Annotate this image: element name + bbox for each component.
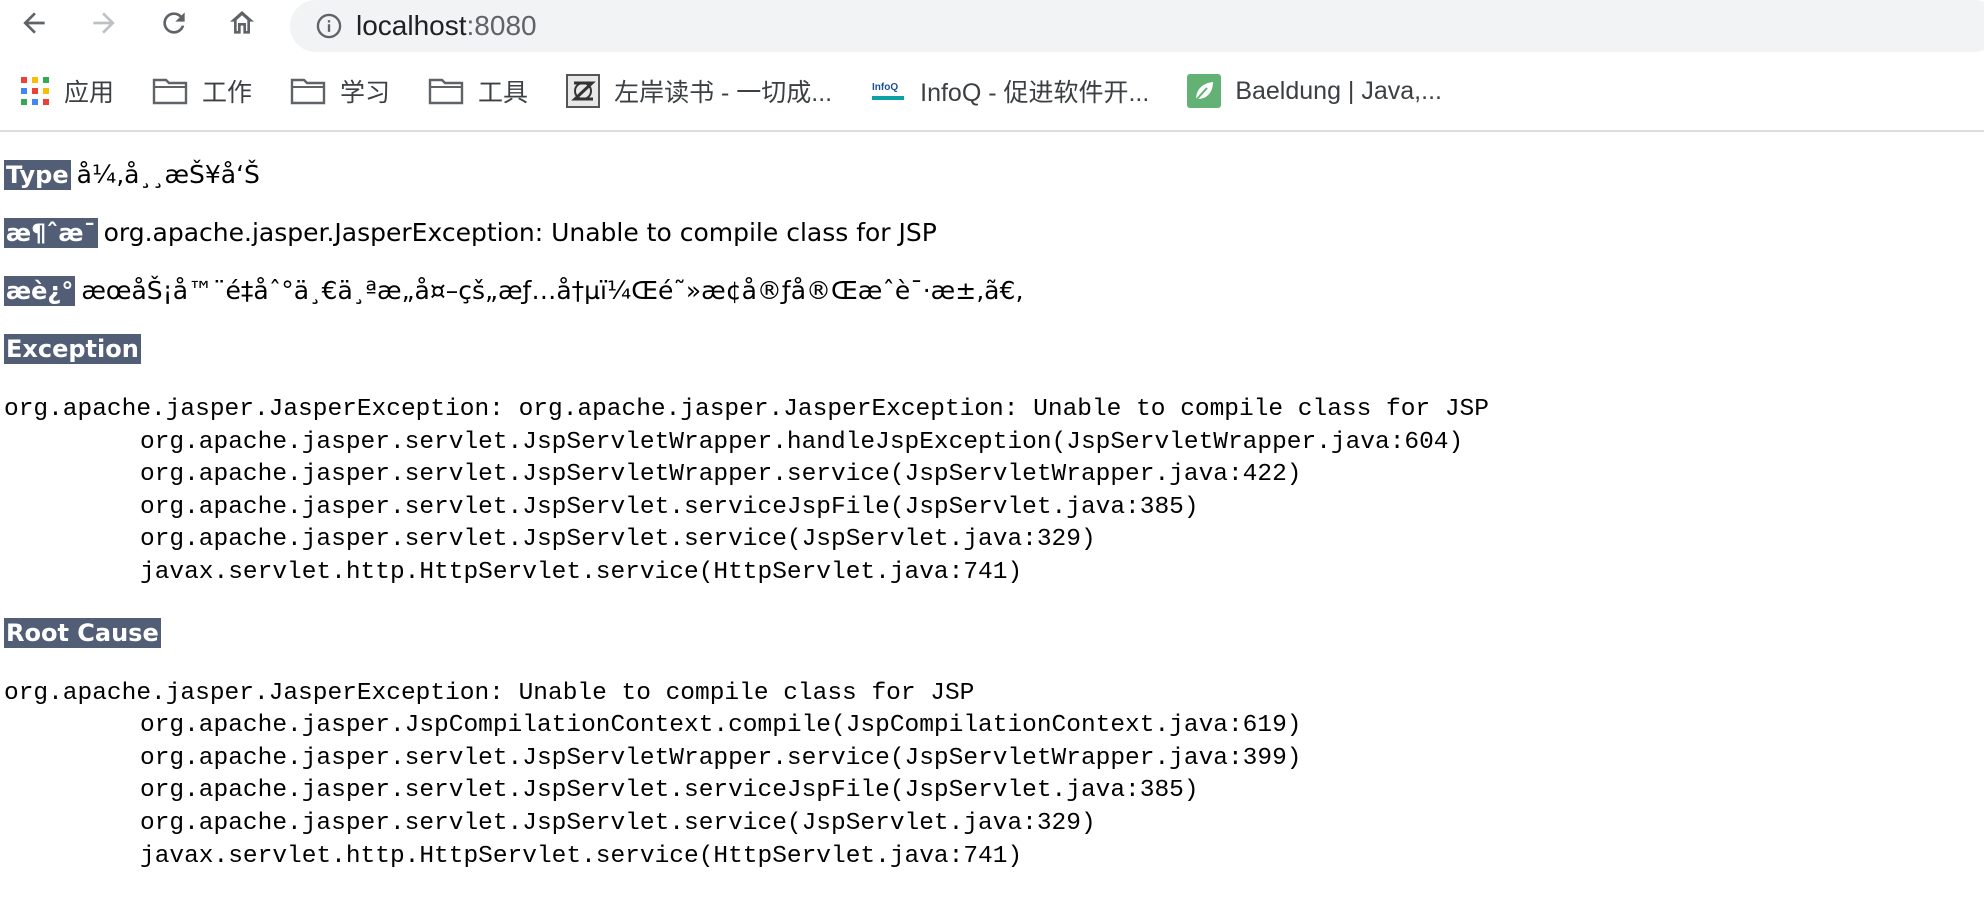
zuoan-logo-icon bbox=[566, 74, 601, 108]
arrow-left-icon bbox=[23, 12, 45, 34]
bookmark-label: 工具 bbox=[478, 79, 529, 107]
browser-toolbar: localhost:8080 bbox=[0, 0, 1984, 52]
message-value: org.apache.jasper.JasperException: Unabl… bbox=[103, 218, 937, 247]
bookmark-folder-work[interactable]: 工作 bbox=[152, 66, 252, 116]
trace-line: javax.servlet.http.HttpServlet.service(H… bbox=[140, 842, 1023, 870]
reload-icon bbox=[163, 12, 185, 34]
description-label: æè¿° bbox=[4, 276, 76, 306]
root-cause-heading: Root Cause bbox=[4, 617, 161, 648]
trace-line: org.apache.jasper.JasperException: org.a… bbox=[4, 396, 1489, 423]
url-host: localhost bbox=[356, 10, 467, 41]
url-text[interactable]: localhost:8080 bbox=[356, 10, 537, 42]
trace-line: org.apache.jasper.servlet.JspServletWrap… bbox=[140, 744, 1302, 772]
bookmark-zuoan[interactable]: 左岸读书 - 一切成... bbox=[566, 66, 832, 116]
home-icon bbox=[230, 11, 254, 34]
trace-line: org.apache.jasper.servlet.JspServlet.ser… bbox=[140, 493, 1199, 521]
home-button[interactable] bbox=[222, 3, 262, 43]
folder-icon bbox=[152, 76, 188, 106]
info-circle-icon[interactable] bbox=[314, 11, 344, 41]
exception-heading: Exception bbox=[4, 334, 141, 364]
description-value: æœåŠ¡å™¨é‡åˆ°ä¸€ä¸ªæ„å¤–çš„æƒ…å†µï¼Œé˜»æ… bbox=[81, 276, 1024, 305]
message-label: æ¶ˆæ¯ bbox=[4, 218, 98, 248]
trace-line: org.apache.jasper.servlet.JspServlet.ser… bbox=[140, 809, 1096, 837]
bookmark-folder-study[interactable]: 学习 bbox=[290, 66, 390, 116]
bookmark-baeldung[interactable]: Baeldung | Java,... bbox=[1187, 66, 1442, 116]
trace-line: org.apache.jasper.servlet.JspServletWrap… bbox=[140, 461, 1302, 489]
trace-line: org.apache.jasper.servlet.JspServlet.ser… bbox=[140, 777, 1199, 805]
root-cause-stack-trace: org.apache.jasper.JasperException: Unabl… bbox=[4, 678, 1974, 874]
message-row: æ¶ˆæ¯ org.apache.jasper.JasperException: … bbox=[4, 218, 1974, 248]
bookmark-infoq[interactable]: InfoQ InfoQ - 促进软件开... bbox=[870, 66, 1149, 116]
bookmark-label: 学习 bbox=[340, 79, 391, 107]
trace-line: org.apache.jasper.JspCompilationContext.… bbox=[140, 712, 1302, 740]
url-port: :8080 bbox=[466, 10, 537, 41]
bookmark-label: InfoQ - 促进软件开... bbox=[920, 79, 1150, 107]
description-row: æè¿° æœåŠ¡å™¨é‡åˆ°ä¸€ä¸ªæ„å¤–çš„æƒ…å†µï¼Œ… bbox=[4, 276, 1974, 306]
address-bar[interactable]: localhost:8080 bbox=[290, 0, 1984, 52]
folder-icon bbox=[428, 76, 464, 106]
bookmark-label: 应用 bbox=[64, 79, 115, 107]
trace-line: org.apache.jasper.servlet.JspServletWrap… bbox=[140, 428, 1464, 456]
type-row: Type å¼‚å¸¸æŠ¥å‘Š bbox=[4, 160, 1974, 190]
folder-icon bbox=[290, 76, 326, 106]
trace-line: javax.servlet.http.HttpServlet.service(H… bbox=[140, 558, 1023, 586]
root-cause-heading-row: Root Cause bbox=[4, 617, 1974, 648]
type-label: Type bbox=[4, 160, 71, 190]
svg-text:InfoQ: InfoQ bbox=[872, 82, 898, 93]
toolbar-divider bbox=[0, 130, 1984, 132]
arrow-right-icon bbox=[93, 12, 115, 34]
bookmark-label: Baeldung | Java,... bbox=[1235, 76, 1442, 105]
reload-button[interactable] bbox=[154, 3, 194, 43]
bookmark-apps[interactable]: 应用 bbox=[20, 66, 114, 116]
bookmark-folder-tools[interactable]: 工具 bbox=[428, 66, 528, 116]
bookmark-label: 工作 bbox=[202, 79, 253, 107]
bookmarks-bar: 应用 工作 学习 工具 左岸读书 - 一切成... InfoQ InfoQ - … bbox=[0, 66, 1984, 116]
bookmark-label: 左岸读书 - 一切成... bbox=[614, 79, 833, 107]
trace-line: org.apache.jasper.servlet.JspServlet.ser… bbox=[140, 526, 1096, 554]
baeldung-leaf-icon bbox=[1187, 74, 1222, 108]
trace-line: org.apache.jasper.JasperException: Unabl… bbox=[4, 679, 975, 707]
back-button[interactable] bbox=[14, 3, 54, 43]
forward-button[interactable] bbox=[84, 3, 124, 43]
type-value: å¼‚å¸¸æŠ¥å‘Š bbox=[76, 160, 260, 189]
infoq-logo-icon: InfoQ bbox=[870, 76, 906, 106]
exception-heading-row: Exception bbox=[4, 334, 1974, 364]
exception-stack-trace: org.apache.jasper.JasperException: org.a… bbox=[4, 394, 1974, 590]
error-page: Type å¼‚å¸¸æŠ¥å‘Š æ¶ˆæ¯ org.apache.jasper.… bbox=[4, 158, 1974, 873]
apps-grid-icon bbox=[20, 76, 50, 106]
